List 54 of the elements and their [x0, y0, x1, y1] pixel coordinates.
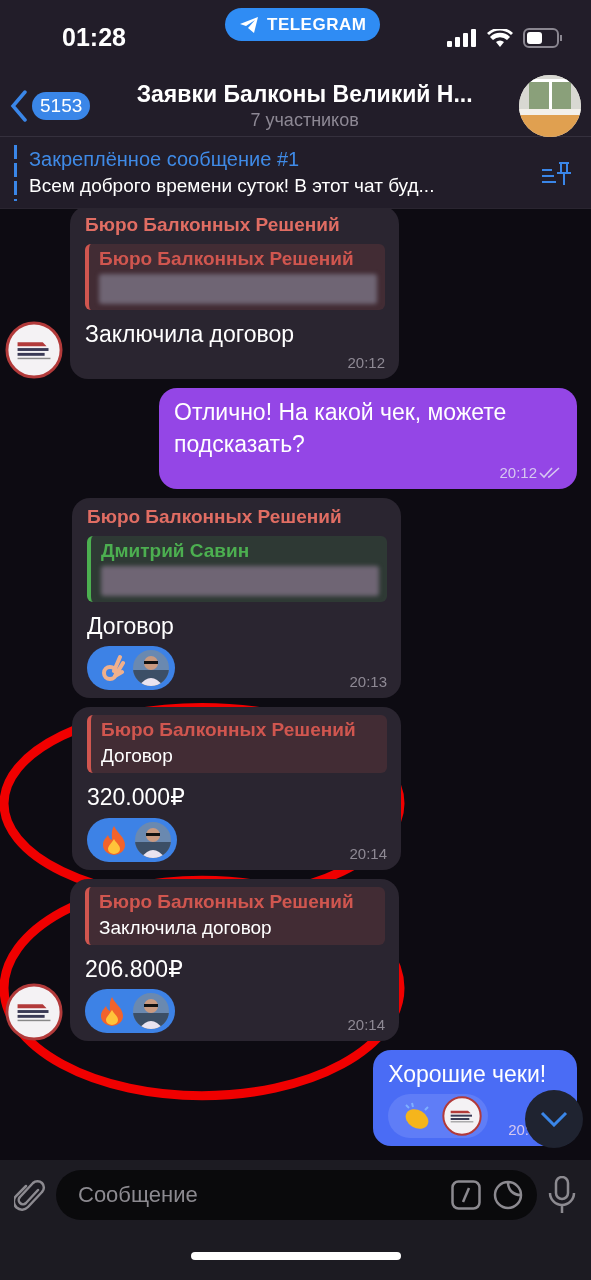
message-text: Договор — [87, 612, 175, 642]
paperclip-icon — [14, 1178, 46, 1212]
sender-name: Бюро Балконных Решений — [85, 213, 341, 236]
message-input[interactable]: Сообщение — [76, 1181, 439, 1209]
signal-icon — [447, 28, 477, 47]
message-text: 320.000₽ — [87, 783, 186, 813]
attach-button[interactable] — [14, 1178, 46, 1212]
battery-icon — [523, 27, 563, 48]
chat-title: Заявки Балконы Великий Н... — [136, 80, 473, 108]
fire-icon — [101, 824, 127, 855]
status-time: 01:28 — [62, 23, 126, 52]
message-text: Отлично! На какой чек, можете подсказать? — [174, 397, 508, 460]
microphone-icon — [547, 1176, 577, 1214]
paper-plane-icon — [239, 15, 259, 34]
message-text: 206.800₽ — [85, 954, 184, 984]
back-icon — [10, 89, 28, 122]
pinned-title[interactable]: Закреплённое сообщение #1 — [29, 148, 529, 171]
message-text: Заключила договор — [85, 319, 296, 349]
reply-quote[interactable]: Бюро Балконных Решений Договор — [87, 715, 387, 774]
reply-author: Бюро Балконных Решений — [99, 890, 355, 913]
sender-name: Бюро Балконных Решений — [87, 506, 343, 529]
command-icon[interactable] — [451, 1180, 481, 1210]
reply-text: Заключила договор — [99, 916, 273, 939]
unread-count: 5153 — [32, 91, 91, 120]
reply-quote[interactable]: Дмитрий Савин — [87, 536, 387, 603]
ok-hand-icon — [101, 653, 125, 684]
message-time: 20:12 — [499, 464, 563, 482]
pinned-text: Всем доброго времени суток! В этот чат буд... — [29, 175, 436, 197]
reaction-chip[interactable] — [388, 1094, 489, 1138]
wifi-icon — [487, 28, 513, 47]
reply-author: Бюро Балконных Решений — [101, 719, 357, 742]
chevron-down-icon — [540, 1111, 568, 1127]
message-time: 20:14 — [347, 1015, 385, 1033]
reply-quote[interactable]: Бюро Балконных Решений — [85, 243, 385, 310]
message-time: 20: — [508, 1121, 529, 1138]
message-field[interactable]: Сообщение — [56, 1170, 537, 1220]
microphone-button[interactable] — [547, 1176, 577, 1214]
reply-author: Дмитрий Савин — [101, 540, 251, 563]
message-time: 20:12 — [347, 353, 385, 371]
app-pill[interactable]: TELEGRAM — [225, 8, 381, 41]
reply-quote[interactable]: Бюро Балконных Решений Заключила договор — [85, 886, 385, 945]
reaction-chip[interactable] — [85, 988, 175, 1033]
reaction-chip[interactable] — [87, 646, 175, 691]
back-button[interactable]: 5153 — [10, 89, 91, 122]
pinned-list-icon[interactable] — [541, 159, 573, 186]
member-count: 7 участников — [250, 109, 359, 131]
fire-icon — [99, 995, 125, 1026]
reply-author: Бюро Балконных Решений — [99, 247, 355, 270]
reply-text: Договор — [101, 745, 174, 768]
message-text: Хорошие чеки! — [388, 1059, 548, 1089]
message-time: 20:14 — [349, 844, 387, 862]
reaction-chip[interactable] — [87, 817, 177, 862]
message-time: 20:13 — [349, 673, 387, 691]
sticker-icon[interactable] — [493, 1180, 523, 1210]
